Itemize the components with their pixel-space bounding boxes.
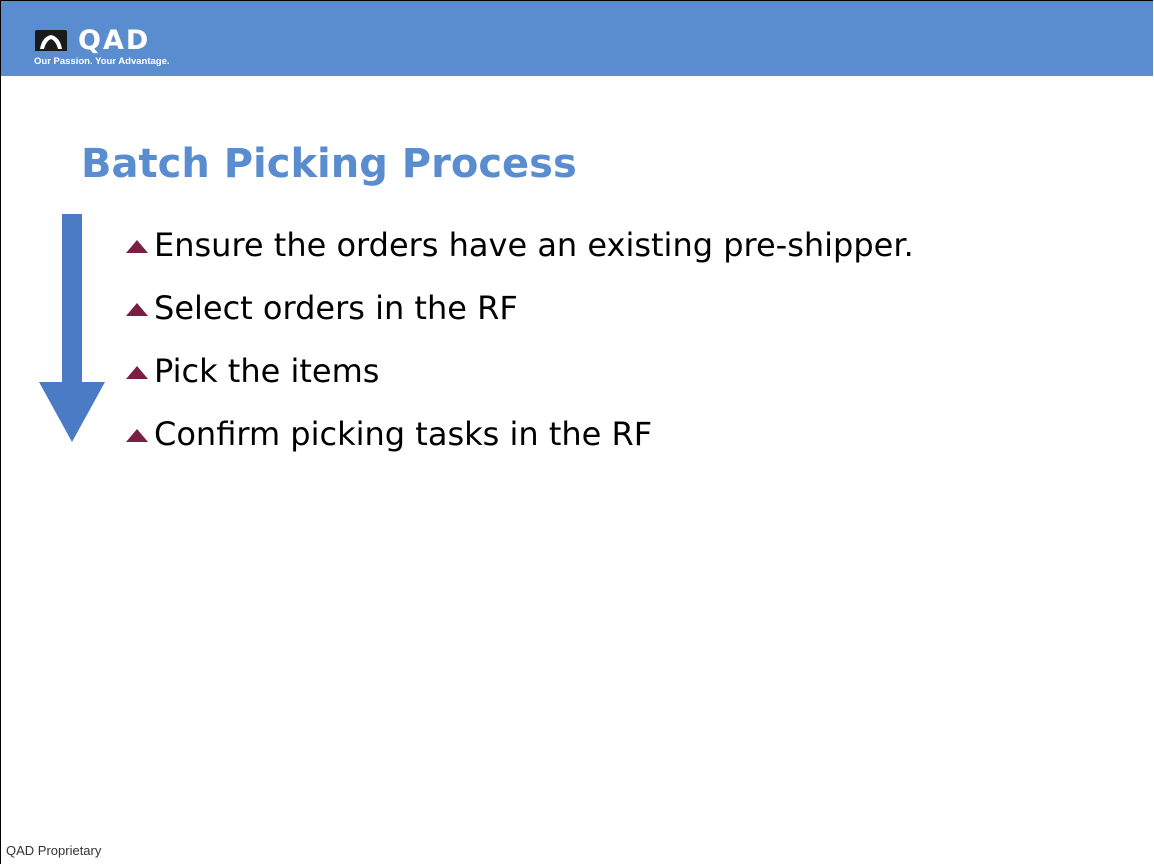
logo-wordmark: QAD (78, 25, 151, 56)
triangle-up-icon (126, 366, 148, 379)
slide: QAD Our Passion. Your Advantage. Batch P… (0, 0, 1153, 864)
down-arrow-icon (39, 214, 105, 442)
logo-tagline: Our Passion. Your Advantage. (34, 56, 170, 67)
triangle-up-icon (126, 429, 148, 442)
slide-title: Batch Picking Process (81, 141, 577, 187)
qad-logo-icon (35, 30, 67, 51)
bullet-item: Pick the items (126, 339, 914, 402)
bullet-item: Ensure the orders have an existing pre-s… (126, 213, 914, 276)
header-bar: QAD Our Passion. Your Advantage. (1, 1, 1153, 76)
bullet-text: Select orders in the RF (154, 288, 518, 327)
bullet-item: Select orders in the RF (126, 276, 914, 339)
bullet-item: Confirm picking tasks in the RF (126, 402, 914, 465)
bullet-text: Confirm picking tasks in the RF (154, 414, 653, 453)
qad-logo: QAD Our Passion. Your Advantage. (34, 25, 194, 74)
triangle-up-icon (126, 240, 148, 253)
bullet-list: Ensure the orders have an existing pre-s… (126, 213, 914, 465)
triangle-up-icon (126, 303, 148, 316)
bullet-text: Ensure the orders have an existing pre-s… (154, 225, 914, 264)
footer-proprietary: QAD Proprietary (6, 843, 102, 858)
bullet-text: Pick the items (154, 351, 380, 390)
